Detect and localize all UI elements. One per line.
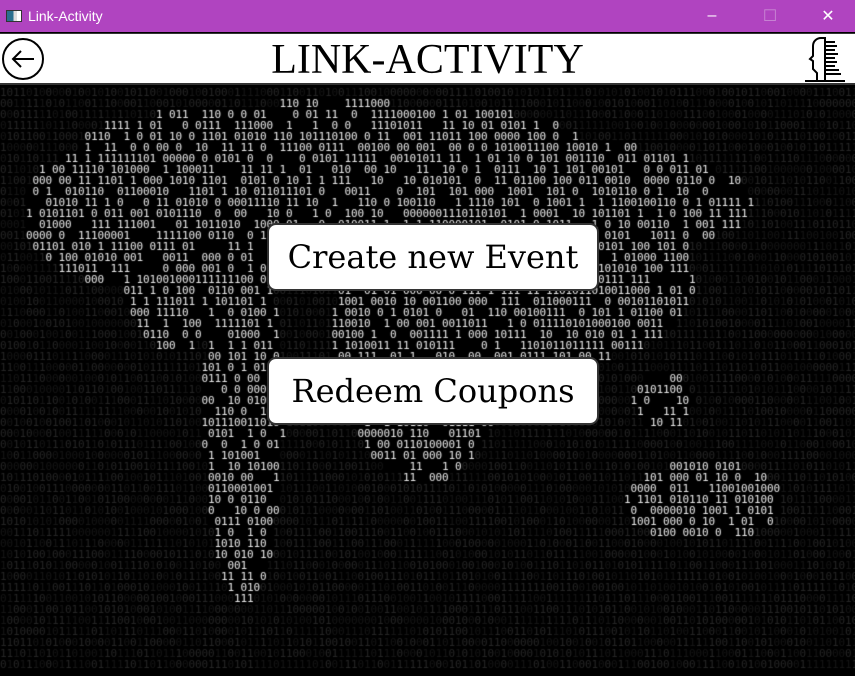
create-new-event-button[interactable]: Create new Event bbox=[267, 223, 599, 291]
maximize-button[interactable]: ☐ bbox=[741, 0, 799, 32]
window-title: Link-Activity bbox=[28, 8, 103, 24]
close-button[interactable]: ✕ bbox=[799, 0, 855, 32]
page-title: LINK-ACTIVITY bbox=[271, 37, 584, 83]
app-icon bbox=[6, 10, 22, 22]
redeem-coupons-button[interactable]: Redeem Coupons bbox=[267, 357, 599, 425]
window-titlebar: Link-Activity – ☐ ✕ bbox=[0, 0, 855, 32]
profile-button[interactable] bbox=[803, 37, 847, 83]
app-header: LINK-ACTIVITY bbox=[0, 33, 855, 85]
profile-head-icon bbox=[805, 37, 845, 82]
minimize-button[interactable]: – bbox=[683, 0, 741, 32]
